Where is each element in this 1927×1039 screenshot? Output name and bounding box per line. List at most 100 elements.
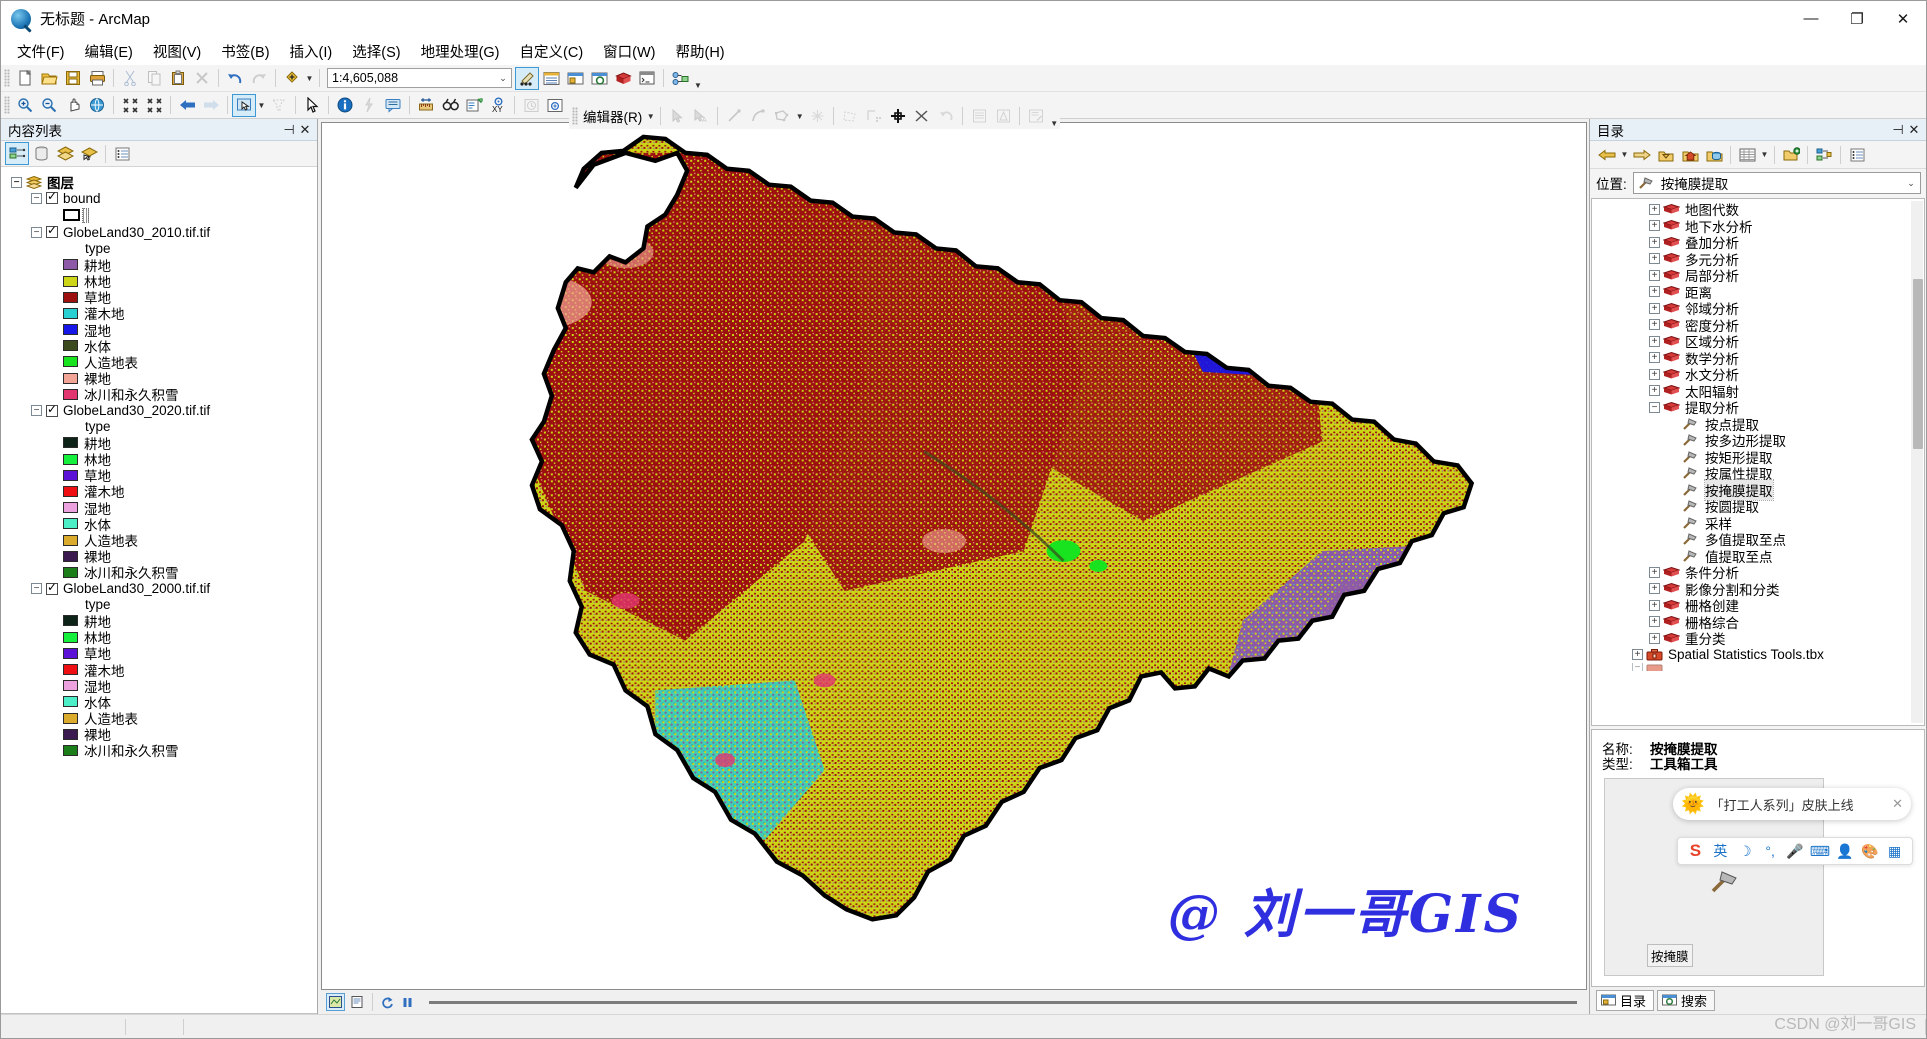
expand-icon[interactable]: + (1632, 649, 1643, 661)
collapse-icon[interactable]: − (1649, 401, 1660, 413)
legend-swatch[interactable] (63, 566, 78, 578)
english-mode-icon[interactable]: 英 (1708, 841, 1733, 861)
legend-swatch[interactable] (63, 275, 78, 287)
menu-insert[interactable]: 插入(I) (280, 38, 343, 65)
create-features-icon[interactable] (1024, 105, 1048, 128)
legend-swatch[interactable] (63, 631, 78, 643)
redo-icon[interactable] (247, 67, 271, 90)
toc-layer-globeland30-2010[interactable]: − GlobeLand30_2010.tif.tif (1, 223, 317, 240)
delete-icon[interactable] (190, 67, 214, 90)
menu-window[interactable]: 窗口(W) (593, 38, 665, 65)
toc-legend-item[interactable]: 草地 (1, 467, 317, 484)
catalog-node-segmentation-classification[interactable]: + 影像分割和分类 (1592, 581, 1924, 598)
select-elements-icon[interactable] (300, 94, 324, 117)
menu-customize[interactable]: 自定义(C) (510, 38, 594, 65)
measure-icon[interactable] (414, 94, 438, 117)
pause-drawing-icon[interactable] (398, 993, 417, 1011)
catalog-node-reclass[interactable]: + 重分类 (1592, 630, 1924, 647)
pan-icon[interactable] (61, 94, 85, 117)
menu-selection[interactable]: 选择(S) (342, 38, 410, 65)
create-viewer-window-icon[interactable] (543, 94, 567, 117)
fixed-zoom-out-icon[interactable] (142, 94, 166, 117)
default-geodatabase-icon[interactable] (1702, 143, 1726, 166)
home-icon[interactable] (1678, 143, 1702, 166)
sogou-ime-bar[interactable]: S 英 ☽ °, 🎤 ⌨ 👤 🎨 ▦ (1677, 837, 1913, 865)
legend-swatch[interactable] (63, 680, 78, 692)
catalog-node-distance[interactable]: + 距离 (1592, 284, 1924, 301)
toc-legend-item[interactable]: 人造地表 (1, 710, 317, 727)
undo-icon[interactable] (223, 67, 247, 90)
expand-icon[interactable]: + (1649, 632, 1660, 644)
toc-legend-item[interactable]: 耕地 (1, 435, 317, 452)
legend-swatch[interactable] (63, 259, 78, 271)
legend-swatch[interactable] (63, 550, 78, 562)
selected-symbol-handle[interactable] (82, 207, 89, 223)
curve-segment-icon[interactable] (746, 105, 770, 128)
python-window-icon[interactable] (635, 67, 659, 90)
expand-icon[interactable]: + (1649, 352, 1660, 364)
catalog-node-map-algebra[interactable]: + 地图代数 (1592, 201, 1924, 218)
toolbar-overflow-button[interactable]: ▼ (1048, 105, 1060, 128)
expand-icon[interactable]: + (1649, 368, 1660, 380)
expand-icon[interactable]: + (1649, 566, 1660, 578)
zoom-in-icon[interactable] (13, 94, 37, 117)
collapse-icon[interactable]: − (31, 192, 42, 204)
rotate-icon[interactable] (862, 105, 886, 128)
legend-swatch[interactable] (63, 534, 78, 546)
go-next-extent-icon[interactable] (199, 94, 223, 117)
options-icon[interactable] (110, 142, 134, 165)
sogou-logo-icon[interactable]: S (1683, 841, 1708, 861)
collapse-icon[interactable]: − (1632, 663, 1643, 671)
catalog-node-hydrology[interactable]: + 水文分析 (1592, 366, 1924, 383)
close-button[interactable]: ✕ (1880, 1, 1926, 37)
legend-swatch[interactable] (63, 696, 78, 708)
html-popup-icon[interactable] (381, 94, 405, 117)
legend-swatch[interactable] (63, 518, 78, 530)
toggle-contents-panel-icon[interactable] (1735, 143, 1759, 166)
skin-icon[interactable]: 🎨 (1857, 843, 1882, 860)
catalog-scrollbar-thumb[interactable] (1913, 279, 1923, 449)
expand-icon[interactable]: + (1649, 220, 1660, 232)
time-slider-icon[interactable] (519, 94, 543, 117)
new-document-icon[interactable] (13, 67, 37, 90)
toolbar-grip[interactable] (572, 107, 578, 125)
toc-tree[interactable]: − 图层 − bound − (1, 167, 317, 1014)
toc-root-layers[interactable]: − 图层 (1, 174, 317, 191)
toc-legend-item[interactable]: 水体 (1, 516, 317, 533)
close-icon[interactable]: ✕ (1892, 796, 1903, 812)
toc-legend-item[interactable]: 人造地表 (1, 354, 317, 371)
construction-tools-icon[interactable] (770, 105, 794, 128)
chevron-down-icon[interactable]: ⌄ (495, 73, 511, 84)
catalog-node-partial[interactable]: − (1592, 663, 1924, 671)
toc-legend-item[interactable]: 冰川和永久积雪 (1, 742, 317, 759)
expand-icon[interactable]: + (1649, 269, 1660, 281)
toolbar-grip[interactable] (4, 96, 10, 114)
undo-edit-icon[interactable] (934, 105, 958, 128)
toc-legend-item[interactable]: 灌木地 (1, 661, 317, 679)
ime-skin-popup[interactable]: 🌞 「打工人系列」皮肤上线 ✕ (1673, 788, 1911, 820)
construction-tools-dropdown-icon[interactable]: ▼ (794, 112, 805, 121)
list-by-drawing-order-icon[interactable] (5, 142, 29, 165)
menu-bookmarks[interactable]: 书签(B) (211, 38, 279, 65)
tab-search[interactable]: 搜索 (1657, 990, 1716, 1011)
layer-visibility-checkbox[interactable] (46, 580, 58, 595)
find-route-icon[interactable] (462, 94, 486, 117)
legend-swatch[interactable] (63, 647, 78, 659)
print-icon[interactable] (85, 67, 109, 90)
catalog-node-spatial-statistics-toolbox[interactable]: + Spatial Statistics Tools.tbx (1592, 647, 1924, 664)
catalog-node-generalization[interactable]: + 栅格综合 (1592, 614, 1924, 631)
open-icon[interactable] (37, 67, 61, 90)
legend-swatch[interactable] (63, 372, 78, 384)
cut-icon[interactable] (118, 67, 142, 90)
edit-annotation-icon[interactable]: A (689, 105, 713, 128)
toc-legend-item[interactable]: 人造地表 (1, 532, 317, 549)
toc-legend-item[interactable]: 冰川和永久积雪 (1, 564, 317, 581)
minimize-button[interactable]: — (1788, 1, 1834, 37)
catalog-tool-extract-values-to-points[interactable]: 值提取至点 (1592, 548, 1924, 565)
catalog-node-overlay[interactable]: + 叠加分析 (1592, 234, 1924, 251)
user-icon[interactable]: 👤 (1832, 843, 1857, 860)
catalog-node-neighborhood[interactable]: + 邻域分析 (1592, 300, 1924, 317)
edit-tool-icon[interactable] (665, 105, 689, 128)
layout-view-icon[interactable] (347, 993, 366, 1011)
add-data-dropdown-icon[interactable]: ▼ (304, 74, 315, 83)
